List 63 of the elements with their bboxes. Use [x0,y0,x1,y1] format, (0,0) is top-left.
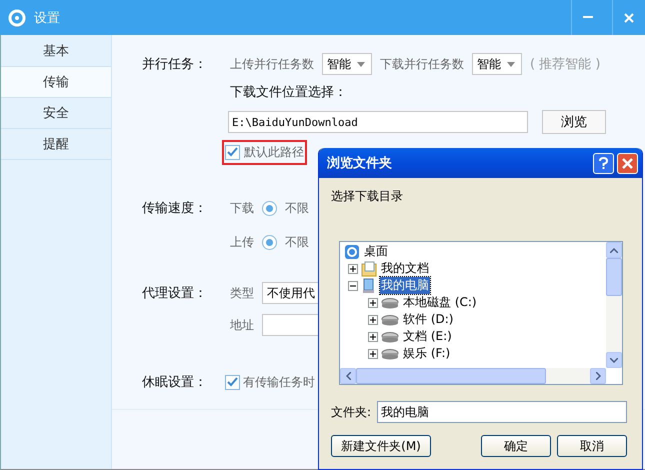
tree-item[interactable]: 我的电脑 [380,277,430,294]
window-title: 设置 [34,10,61,26]
caret-icon [357,62,365,66]
collapse-icon[interactable] [348,280,358,290]
hint-text: ( 推荐智能 ) [530,56,600,73]
expand-icon[interactable] [368,348,378,358]
checkbox[interactable] [225,144,240,160]
radio-button[interactable] [262,234,277,250]
tree-item[interactable]: 桌面 [363,243,389,260]
dialog-button[interactable]: 新建文件夹(M) [331,435,431,457]
drive-icon [381,330,399,342]
folder-icon [361,260,377,276]
dialog-title: 浏览文件夹 [327,154,393,172]
dialog-button[interactable]: 取消 [557,435,627,457]
radio-label: 不限 [285,234,309,250]
expand-icon[interactable] [368,298,378,308]
close-icon [624,12,634,22]
location-label: 下载文件位置选择： [230,84,347,101]
speed-label: 上传 [230,234,254,250]
vertical-scrollbar[interactable] [606,242,622,368]
sidebar-item[interactable]: 传输 [1,67,111,98]
expand-icon[interactable] [368,332,378,342]
gear-icon [8,8,26,26]
section-label: 传输速度： [142,200,208,217]
dropdown[interactable]: 智能 [472,53,522,75]
checkbox-label: 有传输任务时 [243,374,315,390]
close-icon [622,158,633,168]
section-label: 并行任务： [142,56,208,73]
checkbox[interactable] [225,374,240,390]
dialog-prompt: 选择下载目录 [331,188,404,205]
desktop-icon [344,244,360,260]
dialog-button[interactable]: 确定 [481,435,551,457]
tree-item[interactable]: 我的文档 [380,260,430,277]
section-label: 代理设置： [142,285,208,302]
tree-item[interactable]: 软件 (D:) [402,311,454,328]
browse-button[interactable]: 浏览 [542,110,606,134]
drive-icon [381,348,399,360]
drive-icon [381,314,399,326]
upload-label: 上传并行任务数 [230,56,314,72]
tree-item[interactable]: 娱乐 (F:) [402,345,452,362]
tree-item[interactable]: 文档 (E:) [402,328,453,345]
section-label: 休眠设置： [142,374,208,391]
help-button[interactable] [593,152,614,174]
drive-icon [381,296,399,308]
checkbox-label: 默认此路径 [244,144,304,160]
expand-icon[interactable] [368,314,378,324]
question-mark-icon [599,157,608,169]
minimize-icon [583,16,593,19]
computer-icon [361,278,377,294]
path-field[interactable]: E:\BaiduYunDownload [228,111,528,133]
tree-item[interactable]: 本地磁盘 (C:) [402,294,478,311]
radio-label: 不限 [285,200,309,216]
type-label: 类型 [230,284,254,302]
caret-icon [507,62,515,66]
folder-label: 文件夹: [331,404,372,420]
horizontal-scrollbar[interactable] [340,368,606,384]
speed-label: 下载 [230,200,254,216]
dropdown[interactable]: 智能 [322,53,372,75]
folder-field[interactable]: 我的电脑 [377,401,627,423]
address-label: 地址 [230,316,254,334]
radio-button[interactable] [262,200,277,216]
download-label: 下载并行任务数 [380,56,464,72]
expand-icon[interactable] [348,264,358,274]
